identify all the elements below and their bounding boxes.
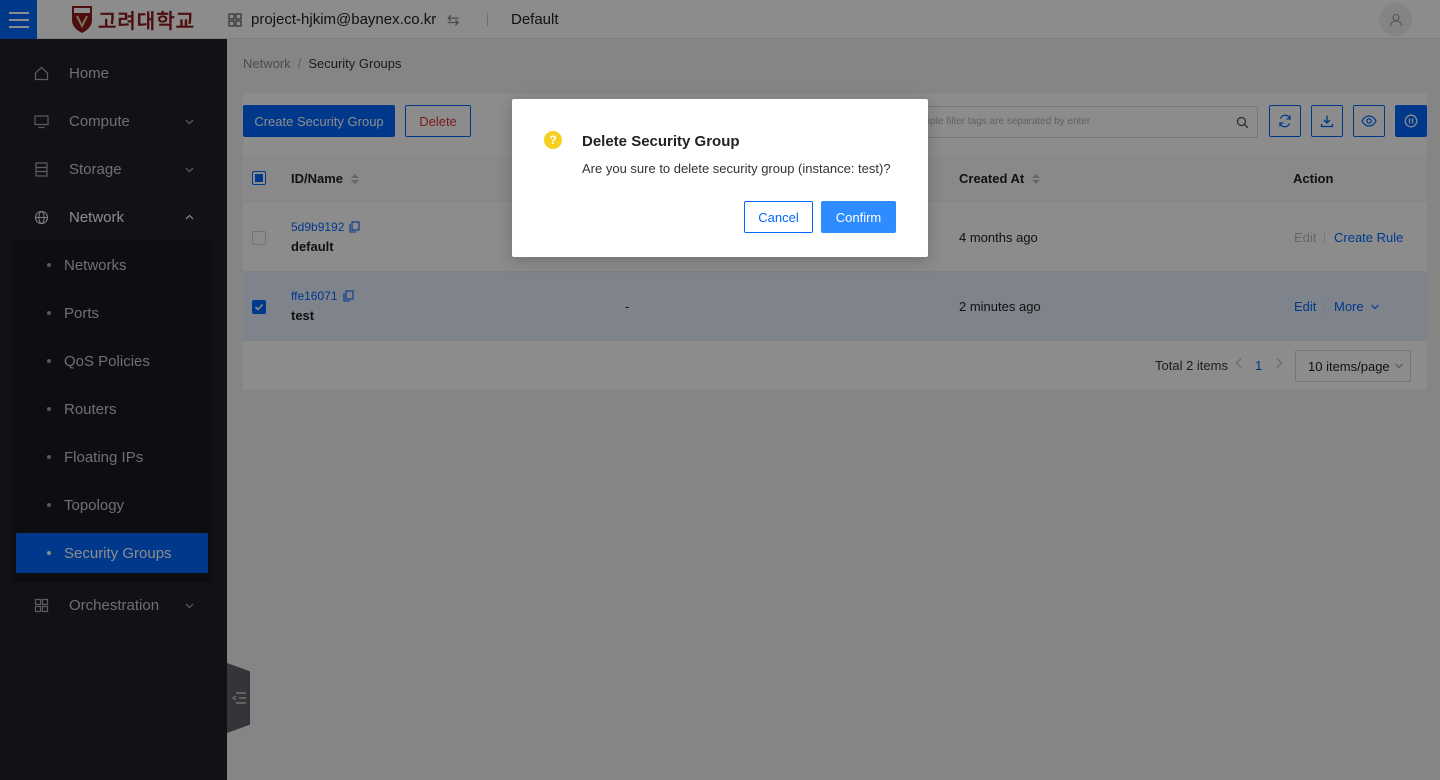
- cancel-button[interactable]: Cancel: [744, 201, 813, 233]
- dialog-title: Delete Security Group: [582, 133, 740, 150]
- question-icon: ?: [544, 131, 562, 149]
- confirm-button[interactable]: Confirm: [821, 201, 896, 233]
- confirm-dialog: ? Delete Security Group Are you sure to …: [512, 99, 928, 257]
- dialog-message: Are you sure to delete security group (i…: [582, 161, 891, 176]
